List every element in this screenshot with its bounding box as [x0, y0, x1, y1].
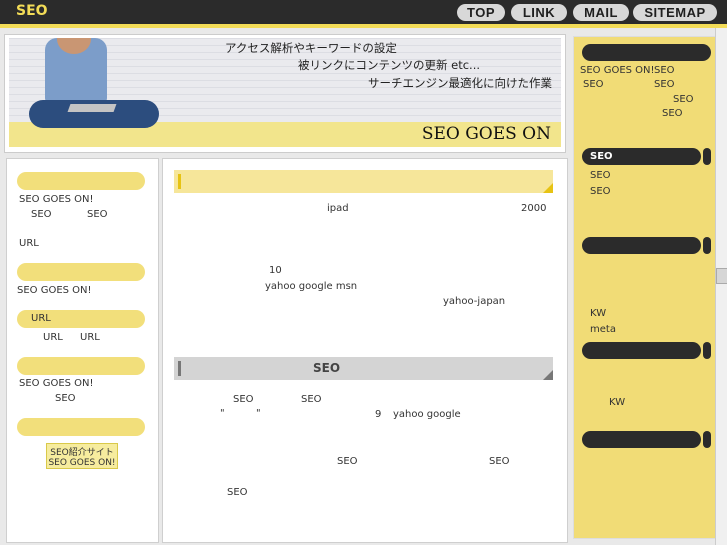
banner-line-1: アクセス解析やキーワードの設定 — [225, 41, 397, 55]
left-text: URL — [19, 238, 39, 249]
content-text: 2000 — [521, 203, 547, 214]
left-sidebar — [6, 158, 159, 543]
right-text: SEO — [654, 79, 675, 90]
main-content — [162, 158, 568, 543]
right-section-header-3 — [582, 342, 701, 359]
left-text: SEO GOES ON! — [17, 285, 92, 296]
header-banner: アクセス解析やキーワードの設定 被リンクにコンテンツの更新 etc... サーチ… — [9, 38, 561, 147]
right-menu-item[interactable]: SEO — [590, 170, 611, 181]
banner-line-3: サーチエンジン最適化に向けた作業 — [368, 76, 552, 90]
right-text: meta — [590, 324, 616, 335]
section-header-marker — [178, 361, 181, 376]
left-section-header-5 — [17, 418, 145, 436]
left-text: SEO GOES ON! — [19, 194, 94, 205]
banner-line-2: 被リンクにコンテンツの更新 etc... — [298, 58, 481, 72]
content-text: SEO — [233, 394, 254, 405]
site-logo[interactable]: SEO — [16, 3, 48, 19]
right-text: SEO — [654, 65, 675, 76]
content-text: 10 — [269, 265, 282, 276]
content-text: SEO — [337, 456, 358, 467]
nav-link-button[interactable]: LINK — [511, 4, 567, 21]
right-section-knob — [703, 342, 711, 359]
left-section-header-2 — [17, 263, 145, 281]
section-header-marker — [178, 174, 181, 189]
content-text: " — [220, 408, 225, 419]
left-text: SEO — [55, 393, 76, 404]
content-text: " — [256, 408, 261, 419]
left-section-header-4 — [17, 357, 145, 375]
left-section-label: URL — [31, 313, 51, 324]
right-text: SEO — [662, 108, 683, 119]
content-text: SEO — [489, 456, 510, 467]
right-text: KW — [590, 308, 607, 319]
nav-mail-button[interactable]: MAIL — [573, 4, 629, 21]
content-text: SEO — [301, 394, 322, 405]
left-link[interactable]: URL — [80, 332, 100, 343]
scrollbar-thumb[interactable] — [716, 268, 727, 284]
content-text: yahoo google — [393, 409, 461, 420]
right-menu-item[interactable]: SEO — [590, 186, 611, 197]
right-section-knob — [703, 431, 711, 448]
section-header-corner — [543, 183, 553, 193]
left-link[interactable]: URL — [43, 332, 63, 343]
left-section-header-1 — [17, 172, 145, 190]
right-section-header-2 — [582, 237, 701, 254]
right-section-header-4 — [582, 431, 701, 448]
right-text: SEO — [673, 94, 694, 105]
right-menu-item-label: SEO — [590, 151, 613, 162]
section-header-title: SEO — [313, 361, 341, 375]
right-text: SEO — [583, 79, 604, 90]
top-bar-stripe — [0, 24, 727, 28]
badge-line-1: SEO紹介サイト — [50, 448, 114, 458]
right-section-knob — [703, 237, 711, 254]
left-section-header-3: URL — [17, 310, 145, 328]
nav-sitemap-button[interactable]: SITEMAP — [633, 4, 717, 21]
right-section-header-1 — [582, 44, 711, 61]
banner-title: SEO GOES ON — [421, 124, 551, 144]
content-text: yahoo google msn — [265, 281, 358, 292]
right-sidebar — [573, 36, 718, 539]
left-text: SEO GOES ON! — [19, 378, 94, 389]
content-text: 9 — [375, 409, 382, 420]
content-text: yahoo-japan — [443, 296, 506, 307]
section-header-1 — [174, 170, 553, 193]
section-header-corner — [543, 370, 553, 380]
left-text: SEO — [31, 209, 52, 220]
left-text: SEO — [87, 209, 108, 220]
banner-laptop-image — [67, 104, 117, 112]
right-menu-item-knob — [703, 148, 711, 165]
vertical-scrollbar[interactable] — [715, 28, 727, 545]
nav-top-button[interactable]: TOP — [457, 4, 505, 21]
badge-line-2: SEO GOES ON! — [48, 458, 116, 468]
content-text: SEO — [227, 487, 248, 498]
content-text: ipad — [327, 203, 349, 214]
seo-intro-badge[interactable]: SEO紹介サイト SEO GOES ON! — [46, 443, 118, 469]
right-menu-item-active[interactable]: SEO — [582, 148, 701, 165]
section-header-2: SEO — [174, 357, 553, 380]
right-text: SEO GOES ON! — [580, 65, 655, 76]
right-text: KW — [609, 397, 626, 408]
